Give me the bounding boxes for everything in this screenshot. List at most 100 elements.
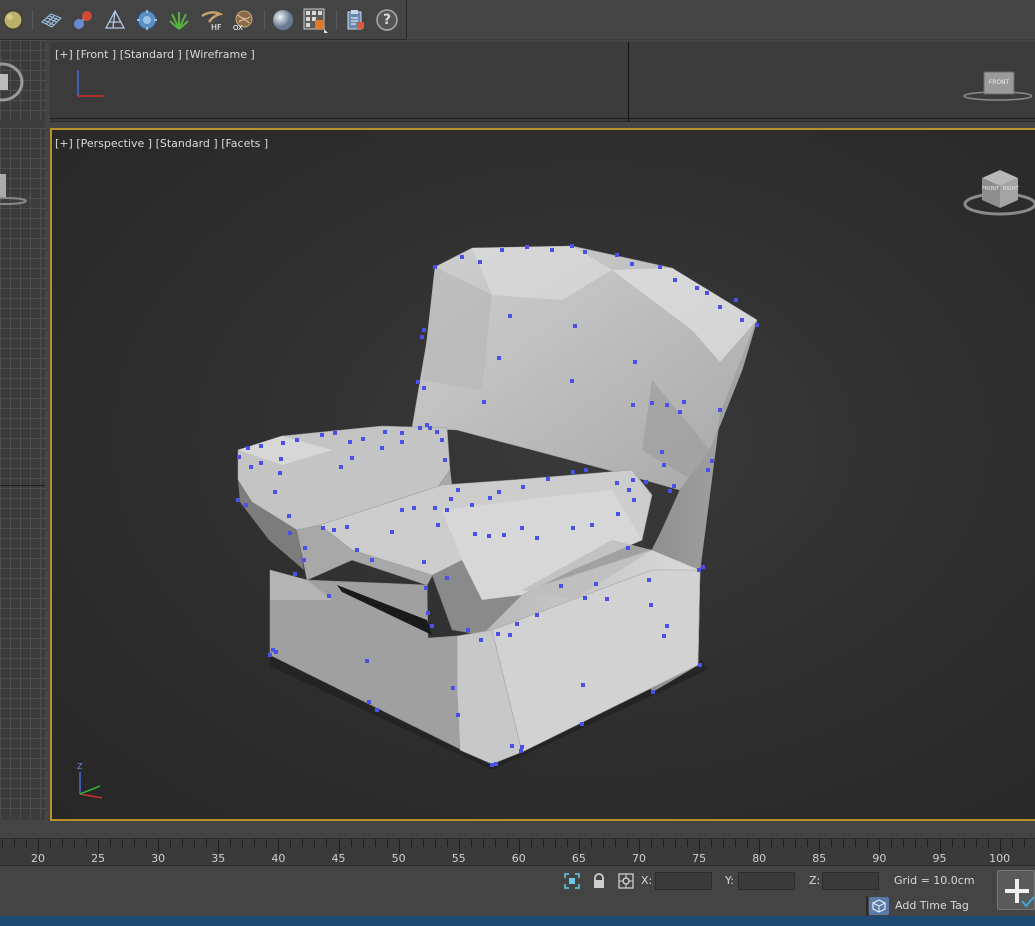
- vertex-marker[interactable]: [293, 572, 297, 576]
- vertex-marker[interactable]: [445, 508, 449, 512]
- vertex-marker[interactable]: [451, 686, 455, 690]
- front-viewcube[interactable]: FRONT: [962, 70, 1032, 104]
- vertex-marker[interactable]: [302, 558, 306, 562]
- vertex-marker[interactable]: [460, 255, 464, 259]
- vertex-marker[interactable]: [718, 408, 722, 412]
- vertex-marker[interactable]: [644, 480, 648, 484]
- vertex-marker[interactable]: [435, 430, 439, 434]
- time-tag-icon[interactable]: [869, 897, 889, 915]
- vertex-marker[interactable]: [279, 457, 283, 461]
- vertex-marker[interactable]: [665, 624, 669, 628]
- vertex-marker[interactable]: [583, 250, 587, 254]
- selection-focus-icon[interactable]: [563, 872, 581, 890]
- vertex-marker[interactable]: [355, 548, 359, 552]
- absolute-mode-transform-icon[interactable]: [617, 872, 635, 890]
- vertex-marker[interactable]: [320, 433, 324, 437]
- vertex-marker[interactable]: [494, 762, 498, 766]
- sphere-primitive-icon[interactable]: [0, 7, 26, 33]
- vertex-marker[interactable]: [651, 690, 655, 694]
- y-coord-field[interactable]: [738, 872, 795, 890]
- vertex-marker[interactable]: [697, 568, 701, 572]
- vertex-marker[interactable]: [508, 314, 512, 318]
- vertex-marker[interactable]: [497, 490, 501, 494]
- vertex-marker[interactable]: [287, 514, 291, 518]
- vertex-marker[interactable]: [456, 488, 460, 492]
- vertex-marker[interactable]: [443, 458, 447, 462]
- vertex-marker[interactable]: [470, 503, 474, 507]
- vertex-marker[interactable]: [422, 328, 426, 332]
- vertex-marker[interactable]: [678, 410, 682, 414]
- vertex-marker[interactable]: [521, 485, 525, 489]
- vertex-marker[interactable]: [426, 611, 430, 615]
- vertex-marker[interactable]: [627, 488, 631, 492]
- vertex-marker[interactable]: [333, 431, 337, 435]
- vertex-marker[interactable]: [482, 400, 486, 404]
- vertex-marker[interactable]: [327, 594, 331, 598]
- z-coord-field[interactable]: [822, 872, 879, 890]
- vertex-marker[interactable]: [236, 498, 240, 502]
- armchair-mesh[interactable]: [52, 130, 1035, 821]
- vertex-marker[interactable]: [479, 638, 483, 642]
- vertex-marker[interactable]: [660, 450, 664, 454]
- vertex-marker[interactable]: [418, 426, 422, 430]
- vertex-marker[interactable]: [456, 713, 460, 717]
- vertex-marker[interactable]: [500, 248, 504, 252]
- vertex-marker[interactable]: [422, 560, 426, 564]
- vertex-marker[interactable]: [237, 455, 241, 459]
- vertex-marker[interactable]: [706, 468, 710, 472]
- vertex-marker[interactable]: [473, 532, 477, 536]
- vertex-marker[interactable]: [440, 438, 444, 442]
- vertex-marker[interactable]: [615, 481, 619, 485]
- vertex-marker[interactable]: [584, 468, 588, 472]
- vertex-marker[interactable]: [718, 305, 722, 309]
- vertex-marker[interactable]: [288, 531, 292, 535]
- clipboard-icon[interactable]: [342, 7, 368, 33]
- vertex-marker[interactable]: [649, 603, 653, 607]
- ox-object-icon[interactable]: OX: [230, 7, 256, 33]
- vertex-marker[interactable]: [433, 506, 437, 510]
- vertex-marker[interactable]: [632, 498, 636, 502]
- vertex-marker[interactable]: [631, 478, 635, 482]
- vertex-marker[interactable]: [701, 565, 705, 569]
- vertex-marker[interactable]: [370, 558, 374, 562]
- vertex-marker[interactable]: [490, 763, 494, 767]
- molecule-icon[interactable]: [70, 7, 96, 33]
- vertex-marker[interactable]: [321, 526, 325, 530]
- material-sphere-icon[interactable]: [270, 7, 296, 33]
- vertex-marker[interactable]: [416, 380, 420, 384]
- vertex-marker[interactable]: [616, 512, 620, 516]
- vertex-marker[interactable]: [559, 584, 563, 588]
- gear-sphere-icon[interactable]: [134, 7, 160, 33]
- vertex-marker[interactable]: [662, 463, 666, 467]
- vertex-marker[interactable]: [550, 248, 554, 252]
- vertex-marker[interactable]: [274, 650, 278, 654]
- vertex-marker[interactable]: [647, 578, 651, 582]
- vertex-marker[interactable]: [445, 576, 449, 580]
- timeline-ruler[interactable]: 20 25 30 35 40 45 50 55 60 65 70 75 80 85 90 95 100: [0, 838, 1035, 866]
- vertex-marker[interactable]: [502, 533, 506, 537]
- vertex-marker[interactable]: [546, 477, 550, 481]
- vertex-marker[interactable]: [626, 546, 630, 550]
- vertex-marker[interactable]: [535, 613, 539, 617]
- vertex-marker[interactable]: [510, 744, 514, 748]
- add-key-button[interactable]: [997, 870, 1035, 910]
- vertex-marker[interactable]: [682, 400, 686, 404]
- vertex-marker[interactable]: [665, 403, 669, 407]
- vertex-marker[interactable]: [478, 260, 482, 264]
- vertex-marker[interactable]: [273, 490, 277, 494]
- vertex-marker[interactable]: [525, 245, 529, 249]
- vertex-marker[interactable]: [365, 659, 369, 663]
- vertex-marker[interactable]: [508, 633, 512, 637]
- vertex-marker[interactable]: [400, 431, 404, 435]
- vertex-marker[interactable]: [428, 426, 432, 430]
- vertex-marker[interactable]: [734, 298, 738, 302]
- vertex-marker[interactable]: [436, 523, 440, 527]
- material-editor-icon[interactable]: [302, 7, 328, 33]
- vertex-marker[interactable]: [487, 534, 491, 538]
- vertex-marker[interactable]: [259, 444, 263, 448]
- vertex-marker[interactable]: [332, 528, 336, 532]
- vertex-marker[interactable]: [535, 536, 539, 540]
- vertex-marker[interactable]: [605, 597, 609, 601]
- vertex-marker[interactable]: [650, 401, 654, 405]
- x-coord-field[interactable]: [655, 872, 712, 890]
